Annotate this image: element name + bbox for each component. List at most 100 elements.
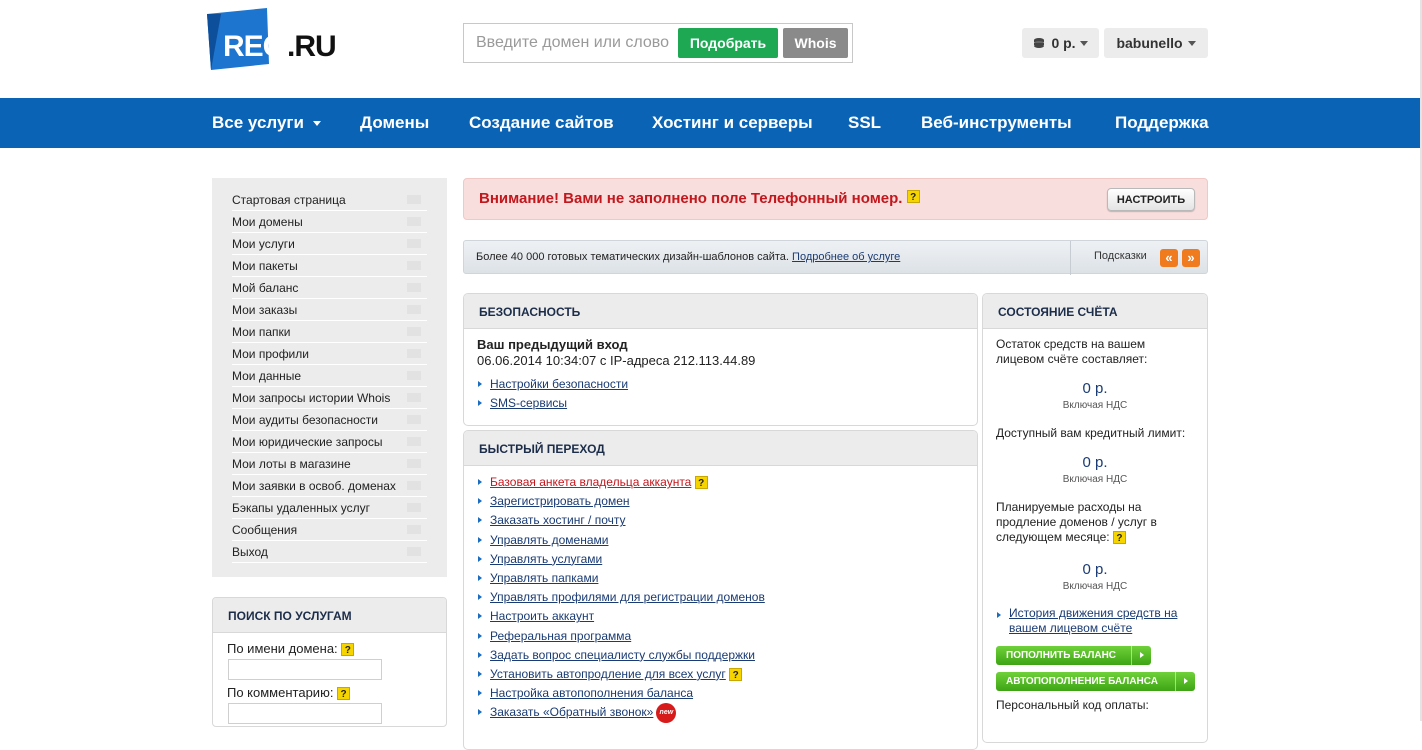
sidebar-item[interactable]: Сообщения [232, 519, 427, 541]
manage-profiles-link[interactable]: Управлять профилями для регистрации доме… [490, 590, 765, 604]
sidebar-item[interactable]: Бэкапы удаленных услуг [232, 497, 427, 519]
item-marker-icon [407, 415, 421, 424]
nav-ssl[interactable]: SSL [848, 98, 881, 148]
planned-amount: 0 р. [1082, 561, 1108, 578]
list-item: Управлять папками [477, 569, 765, 588]
sms-services-link[interactable]: SMS-сервисы [490, 396, 567, 410]
sidebar-item-label: Мои заявки в освоб. доменах [232, 479, 396, 493]
balance-dropdown[interactable]: 0 р. [1022, 28, 1099, 58]
nav-web-tools[interactable]: Веб-инструменты [921, 98, 1072, 148]
sidebar-item-label: Мои заказы [232, 303, 298, 317]
sidebar-item-label: Мои домены [232, 215, 303, 229]
account-sidebar: Стартовая страница Мои домены Мои услуги Мо… [212, 178, 447, 577]
security-title: БЕЗОПАСНОСТЬ [464, 294, 977, 329]
help-icon[interactable]: ? [906, 190, 920, 203]
logo-text-ru: .RU [287, 30, 337, 63]
item-marker-icon [407, 239, 421, 248]
tip-more-link[interactable]: Подробнее об услуге [792, 251, 900, 263]
sidebar-item[interactable]: Мои профили [232, 343, 427, 365]
sidebar-item-label: Бэкапы удаленных услуг [232, 501, 371, 515]
callback-order-link[interactable]: Заказать «Обратный звонок» [490, 705, 653, 719]
sidebar-item[interactable]: Мои заказы [232, 299, 427, 321]
auto-topup-settings-link[interactable]: Настройка автопополнения баланса [490, 686, 693, 700]
last-login-title: Ваш предыдущий вход [477, 337, 628, 352]
list-item: Установить автопродление для всех услуг … [477, 665, 765, 684]
coins-icon [1034, 38, 1045, 48]
whois-button[interactable]: Whois [783, 28, 848, 58]
item-marker-icon [407, 371, 421, 380]
item-marker-icon [407, 481, 421, 490]
item-marker-icon [407, 437, 421, 446]
user-menu[interactable]: babunello [1104, 28, 1208, 58]
by-domain-label: По имени домена: ? [227, 641, 355, 657]
sidebar-item-label: Мои пакеты [232, 259, 298, 273]
order-hosting-link[interactable]: Заказать хостинг / почту [490, 513, 626, 527]
register-domain-link[interactable]: Зарегистрировать домен [490, 494, 630, 508]
sidebar-item[interactable]: Мои домены [232, 211, 427, 233]
logo[interactable]: REG .RU [207, 8, 337, 70]
vat-note: Включая НДС [1062, 474, 1128, 485]
next-hint-button[interactable]: » [1182, 249, 1200, 267]
item-marker-icon [407, 503, 421, 512]
nav-support[interactable]: Поддержка [1115, 98, 1209, 148]
sidebar-item-label: Выход [232, 545, 268, 559]
pick-domain-button[interactable]: Подобрать [678, 28, 778, 58]
sidebar-item[interactable]: Мои аудиты безопасности [232, 409, 427, 431]
chevron-down-icon [1079, 40, 1088, 46]
top-up-balance-button[interactable]: ПОПОЛНИТЬ БАЛАНС [996, 646, 1151, 665]
auto-top-up-button[interactable]: АВТОПОПОЛНЕНИЕ БАЛАНСА [996, 672, 1195, 691]
sidebar-item[interactable]: Мои запросы истории Whois [232, 387, 427, 409]
sidebar-item[interactable]: Мои папки [232, 321, 427, 343]
help-icon[interactable]: ? [1112, 531, 1126, 545]
account-state-title: СОСТОЯНИЕ СЧЁТА [983, 294, 1207, 329]
search-by-domain-input[interactable] [228, 659, 382, 680]
configure-button[interactable]: НАСТРОИТЬ [1107, 188, 1195, 211]
sidebar-item[interactable]: Мои лоты в магазине [232, 453, 427, 475]
tips-bar: Более 40 000 готовых тематических дизайн… [463, 240, 1208, 275]
alert-text: Внимание! Вами не заполнено поле Телефон… [479, 190, 920, 207]
account-settings-link[interactable]: Настроить аккаунт [490, 609, 594, 623]
security-settings-link[interactable]: Настройки безопасности [490, 377, 628, 391]
username: babunello [1116, 35, 1183, 51]
sidebar-item[interactable]: Мои юридические запросы [232, 431, 427, 453]
manage-domains-link[interactable]: Управлять доменами [490, 533, 608, 547]
list-item: Управлять услугами [477, 550, 765, 569]
sidebar-item[interactable]: Мои услуги [232, 233, 427, 255]
help-icon[interactable]: ? [694, 476, 708, 490]
referral-link[interactable]: Реферальная программа [490, 629, 631, 643]
remaining-amount: 0 р. [1082, 380, 1108, 397]
item-marker-icon [407, 327, 421, 336]
owner-profile-link[interactable]: Базовая анкета владельца аккаунта [490, 475, 691, 489]
sidebar-item[interactable]: Мои заявки в освоб. доменах [232, 475, 427, 497]
help-icon[interactable]: ? [337, 687, 351, 701]
security-panel: БЕЗОПАСНОСТЬ Ваш предыдущий вход 06.06.2… [463, 293, 978, 426]
nav-site-builder[interactable]: Создание сайтов [469, 98, 614, 148]
main-nav: Все услуги Домены Создание сайтов Хостин… [0, 98, 1420, 148]
manage-folders-link[interactable]: Управлять папками [490, 571, 598, 585]
chevron-down-icon [312, 121, 321, 127]
manage-services-link[interactable]: Управлять услугами [490, 552, 602, 566]
sidebar-item-label: Мои лоты в магазине [232, 457, 351, 471]
new-badge: new [656, 703, 677, 724]
sidebar-item-label: Мои услуги [232, 237, 295, 251]
nav-hosting[interactable]: Хостинг и серверы [652, 98, 813, 148]
domain-search-input[interactable] [465, 25, 675, 61]
sidebar-item[interactable]: Мои данные [232, 365, 427, 387]
balance-history-link[interactable]: История движения средств на вашем лицево… [1009, 606, 1177, 635]
ask-support-link[interactable]: Задать вопрос специалисту службы поддерж… [490, 648, 755, 662]
prev-hint-button[interactable]: « [1160, 249, 1178, 267]
sidebar-item[interactable]: Выход [232, 541, 427, 563]
auto-renew-link[interactable]: Установить автопродление для всех услуг [490, 667, 726, 681]
nav-domains[interactable]: Домены [360, 98, 429, 148]
item-marker-icon [407, 349, 421, 358]
last-login-info: 06.06.2014 10:34:07 с IP-адреса 212.113.… [477, 353, 756, 368]
sidebar-item[interactable]: Стартовая страница [232, 189, 427, 211]
help-icon[interactable]: ? [341, 643, 355, 657]
help-icon[interactable]: ? [729, 668, 743, 682]
item-marker-icon [407, 393, 421, 402]
nav-all-services[interactable]: Все услуги [212, 98, 321, 148]
balance-amount: 0 р. [1051, 35, 1076, 51]
sidebar-item[interactable]: Мой баланс [232, 277, 427, 299]
sidebar-item[interactable]: Мои пакеты [232, 255, 427, 277]
history-links: История движения средств на вашем лицево… [996, 606, 1196, 636]
